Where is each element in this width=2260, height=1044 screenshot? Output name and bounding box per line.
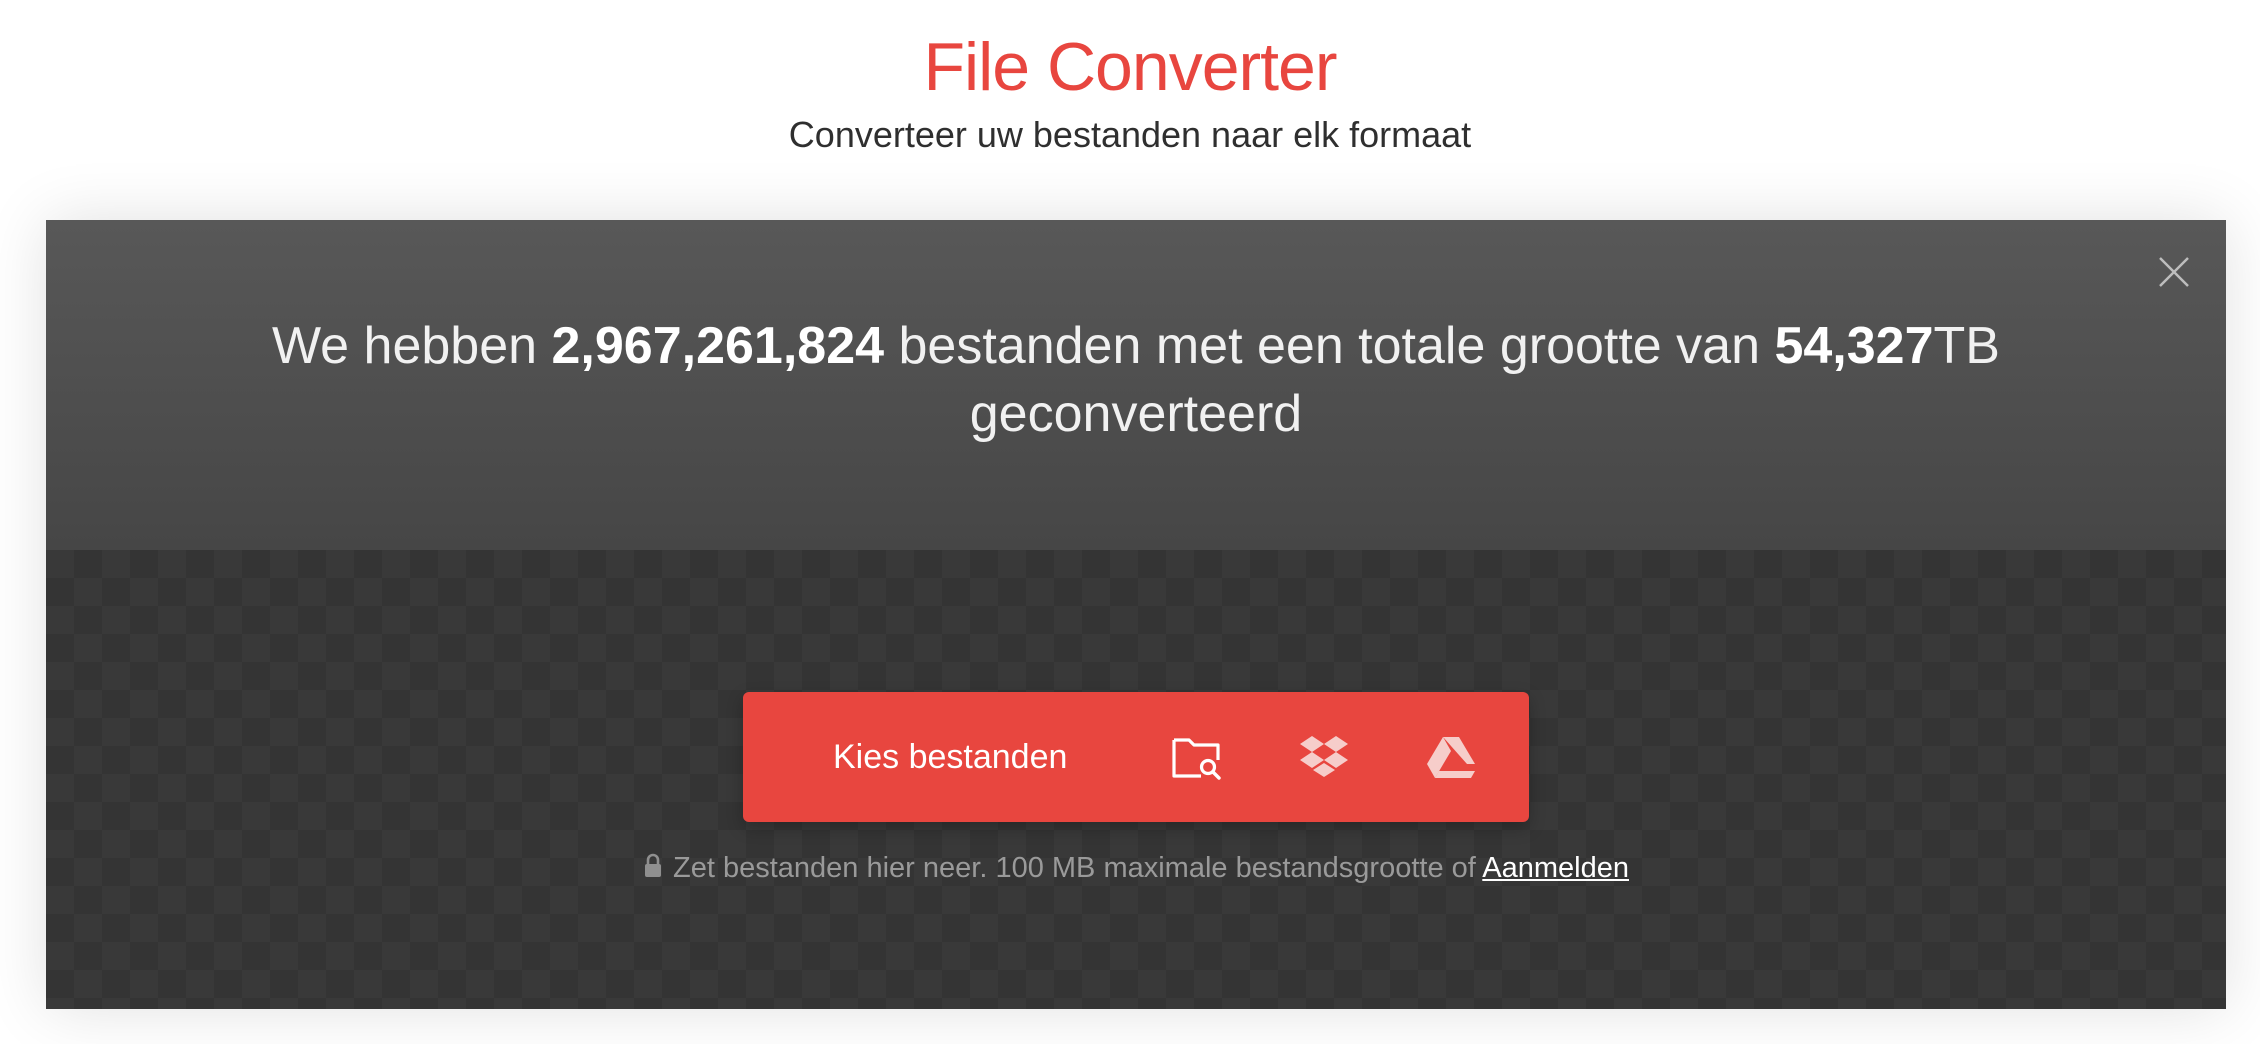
stats-unit: TB [1933,317,2000,375]
dropbox-source-button[interactable] [1292,725,1356,789]
page-title: File Converter [923,29,1337,105]
upload-bar: Kies bestanden [743,692,1529,822]
converter-panel: We hebben 2,967,261,824 bestanden met ee… [46,220,2226,1009]
folder-search-icon [1172,738,1221,780]
drop-hint-text: Zet bestanden hier neer. 100 MB maximale… [673,852,1483,884]
stats-file-count: 2,967,261,824 [551,317,885,375]
page-subtitle: Converteer uw bestanden naar elk formaat [788,114,1472,155]
conversion-stats: We hebben 2,967,261,824 bestanden met ee… [46,312,2226,448]
google-drive-icon [1427,737,1475,778]
stats-prefix: We hebben [272,317,552,375]
stats-middle: bestanden met een totale grootte van [884,317,1775,375]
stats-suffix: geconverteerd [969,385,1303,443]
google-drive-source-button[interactable] [1419,725,1483,789]
sign-in-link[interactable]: Aanmelden [1482,852,1629,884]
close-button[interactable] [2152,250,2196,294]
close-icon [2159,257,2189,287]
lock-icon [645,853,661,877]
page: File Converter Converteer uw bestanden n… [0,0,2260,1044]
device-source-button[interactable] [1165,725,1229,789]
header: File Converter Converteer uw bestanden n… [0,0,2260,200]
dropbox-icon [1300,736,1348,777]
drop-hint: Zet bestanden hier neer. 100 MB maximale… [46,846,2226,890]
stats-banner: We hebben 2,967,261,824 bestanden met ee… [46,220,2226,550]
stats-total-size: 54,327 [1774,317,1934,375]
choose-files-button[interactable]: Kies bestanden [743,692,1153,822]
